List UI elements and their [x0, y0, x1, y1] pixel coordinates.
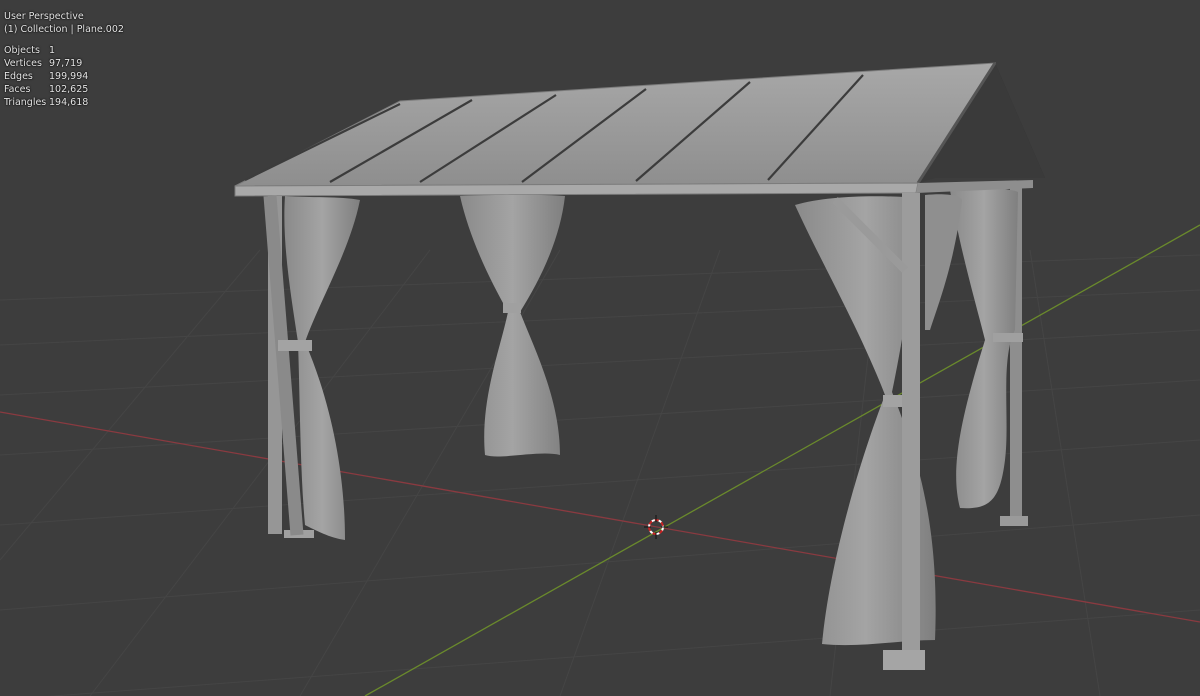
- stat-label: Edges: [4, 71, 33, 82]
- stat-value: 199,994: [49, 71, 89, 82]
- stat-label: Objects: [4, 45, 40, 56]
- stat-objects: Objects 1: [4, 44, 124, 57]
- 3d-viewport[interactable]: [0, 0, 1200, 696]
- y-axis-line: [364, 224, 1200, 696]
- stat-value: 194,618: [49, 97, 89, 108]
- stat-faces: Faces 102,625: [4, 83, 124, 96]
- collection-label: (1) Collection | Plane.002: [4, 24, 124, 35]
- stat-edges: Edges 199,994: [4, 70, 124, 83]
- stat-triangles: Triangles 194,618: [4, 96, 124, 109]
- gazebo-model[interactable]: [234, 62, 1045, 670]
- stat-value: 1: [49, 45, 56, 56]
- stat-label: Faces: [4, 84, 31, 95]
- view-name: User Perspective: [4, 11, 84, 22]
- stat-vertices: Vertices 97,719: [4, 57, 124, 70]
- stat-label: Vertices: [4, 58, 42, 69]
- stat-value: 102,625: [49, 84, 89, 95]
- stat-value: 97,719: [49, 58, 83, 69]
- viewport-info-overlay: User Perspective (1) Collection | Plane.…: [4, 10, 124, 109]
- stat-label: Triangles: [4, 97, 47, 108]
